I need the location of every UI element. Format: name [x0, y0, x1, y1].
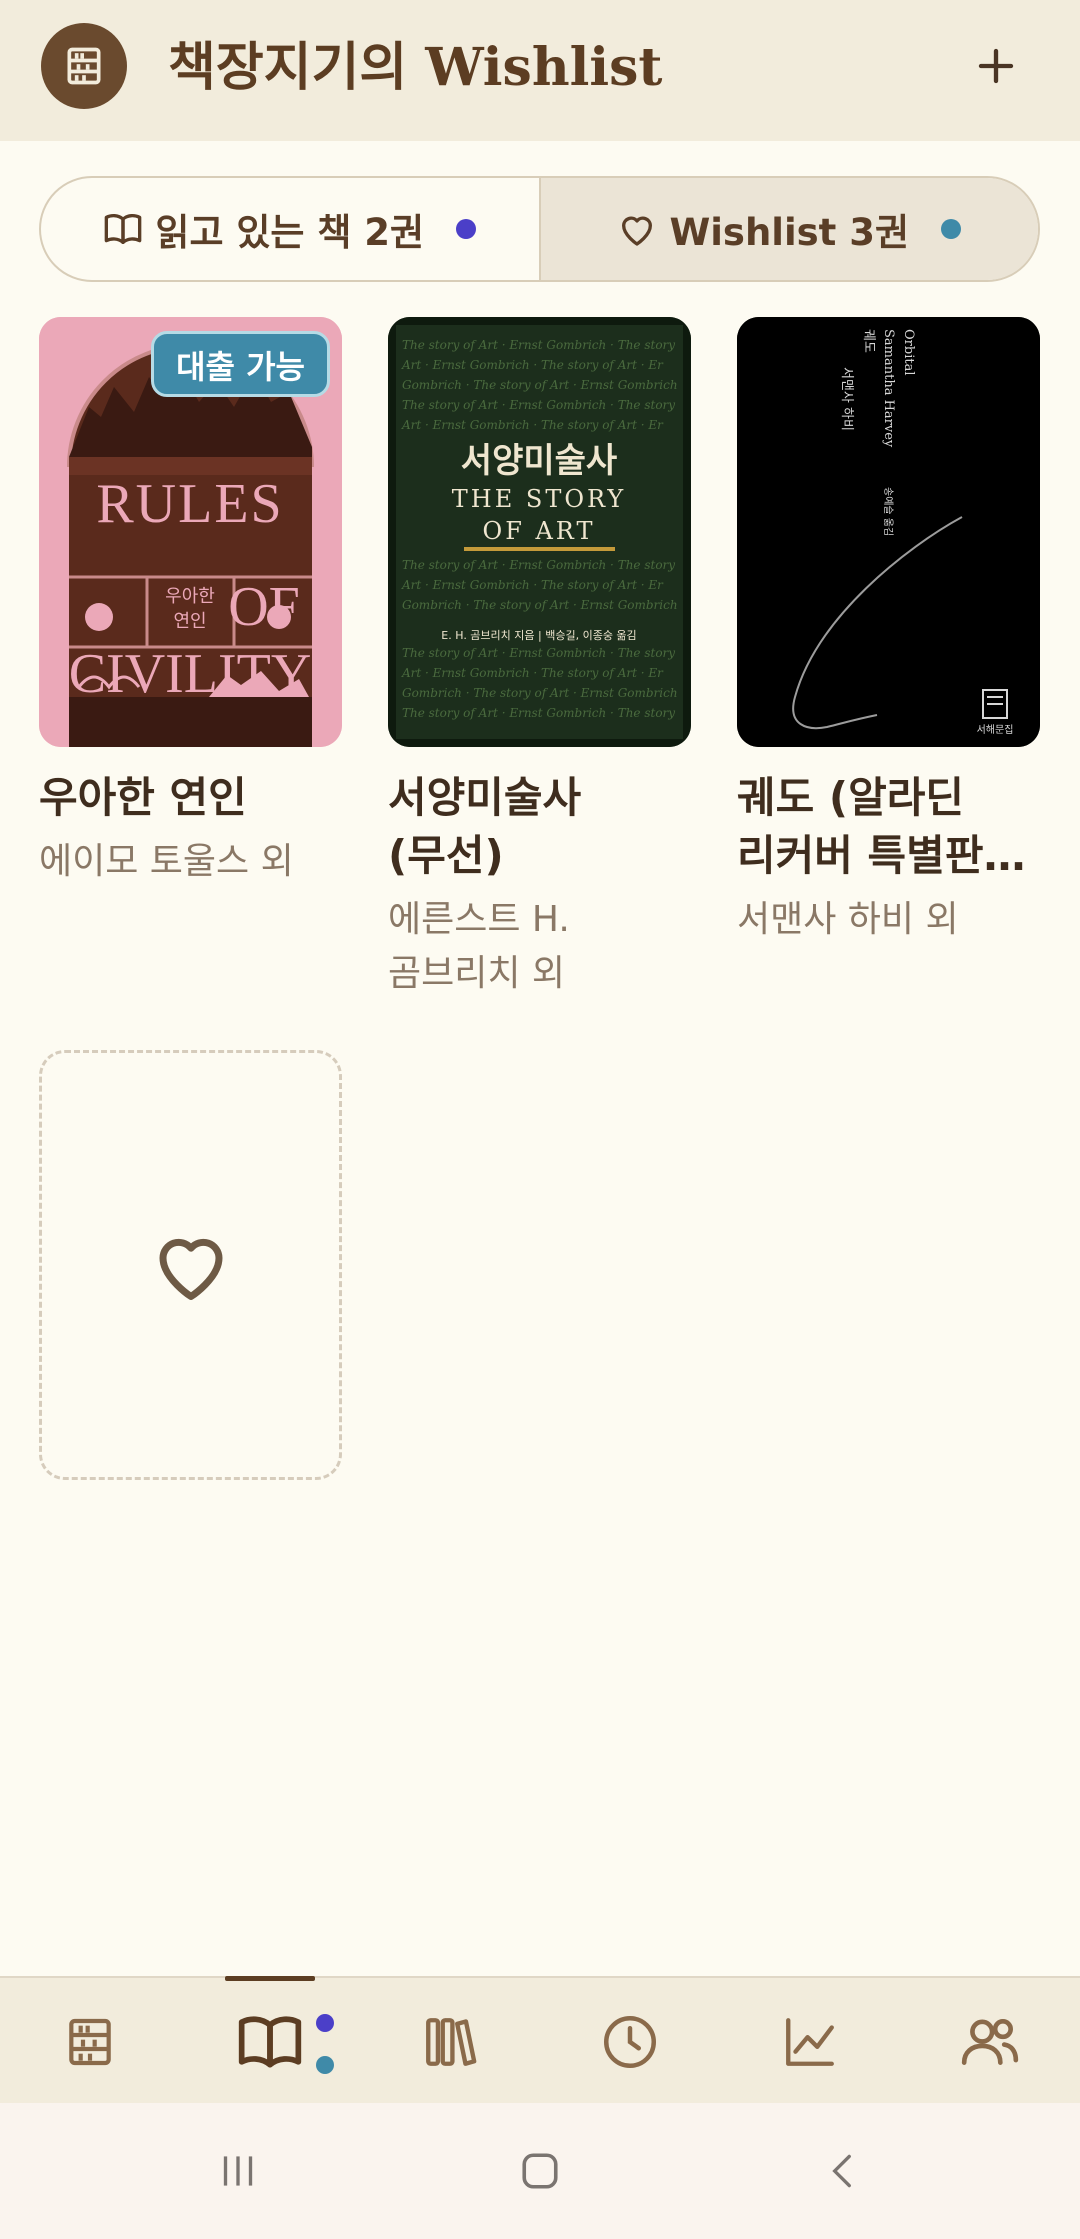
nav-dot-wishlist: [316, 2056, 334, 2074]
svg-text:CIVILITY: CIVILITY: [69, 643, 312, 705]
svg-text:Samantha Harvey: Samantha Harvey: [881, 329, 896, 448]
nav-library[interactable]: [360, 1978, 540, 2105]
tab-wishlist-dot: [941, 219, 962, 239]
svg-text:Gombrich · The story of Art ·: Gombrich · The story of Art · Ernst Gomb…: [402, 686, 678, 700]
tab-wishlist[interactable]: Wishlist 3권: [538, 178, 1038, 280]
svg-text:The story of Art · Ernst Gombr: The story of Art · Ernst Gombrich · The …: [402, 338, 675, 352]
book-author: 에이모 토울스 외: [39, 841, 294, 882]
add-book-button[interactable]: [960, 26, 1032, 106]
svg-text:궤도: 궤도: [861, 329, 876, 353]
svg-text:The story of Art · Ernst Gombr: The story of Art · Ernst Gombrich · The …: [402, 398, 675, 412]
svg-text:연인: 연인: [173, 611, 206, 632]
book-title: 우아한 연인: [39, 773, 247, 822]
svg-text:Art · Ernst Gombrich · The sto: Art · Ernst Gombrich · The story of Art …: [401, 358, 664, 372]
bookshelf-icon: [69, 2018, 111, 2065]
book-title: 서양미술사 (무선): [388, 773, 582, 880]
svg-text:Gombrich · The story of Art ·: Gombrich · The story of Art · Ernst Gomb…: [402, 378, 678, 392]
app-logo[interactable]: [41, 23, 127, 109]
book-cover: RULES OF CIVILITY 우아한 연인 대출 가능: [39, 317, 342, 747]
system-navigation-bar: [0, 2103, 1080, 2239]
svg-text:E. H. 곰브리치 지음 | 백승길, 이종숭 옮김: E. H. 곰브리치 지음 | 백승길, 이종숭 옮김: [441, 629, 636, 642]
book-title: 궤도 (알라딘 리커버 특별판) - 2024 부커상 수상작: [737, 773, 1035, 880]
shelf-segment-control: 읽고 있는 책 2권 Wishlist 3권: [39, 176, 1040, 282]
nav-friends[interactable]: [900, 1978, 1080, 2105]
svg-text:The story of Art · Ernst Gombr: The story of Art · Ernst Gombrich · The …: [402, 558, 675, 572]
svg-text:Gombrich · The story of Art ·: Gombrich · The story of Art · Ernst Gomb…: [402, 598, 678, 612]
bottom-navigation: [0, 1976, 1080, 2103]
heart-outline-icon: [159, 1238, 222, 1300]
book-open-icon: [238, 2015, 302, 2067]
books-icon: [426, 2017, 477, 2066]
recent-apps-icon: [223, 2156, 253, 2186]
nav-stats[interactable]: [720, 1978, 900, 2105]
bookshelf-icon: [67, 47, 101, 85]
cover-art-orbital: Orbital Samantha Harvey 궤도 서맨사 하비 송예슬 옮김…: [737, 317, 1040, 747]
nav-history[interactable]: [540, 1978, 720, 2105]
home-button[interactable]: [460, 2103, 620, 2239]
svg-text:RULES: RULES: [96, 473, 283, 535]
users-icon: [961, 2018, 1019, 2065]
svg-text:Art · Ernst Gombrich · The sto: Art · Ernst Gombrich · The story of Art …: [401, 666, 664, 680]
tab-reading[interactable]: 읽고 있는 책 2권: [41, 178, 539, 280]
nav-reading-dots: [316, 2014, 334, 2074]
svg-text:송예슬 옮김: 송예슬 옮김: [882, 487, 894, 536]
available-badge: 대출 가능: [151, 331, 330, 397]
tab-reading-dot: [456, 219, 477, 239]
svg-text:The story of Art · Ernst Gombr: The story of Art · Ernst Gombrich · The …: [402, 646, 675, 660]
book-cover: The story of Art · Ernst Gombrich · The …: [388, 317, 691, 747]
add-wishlist-card[interactable]: [39, 1050, 342, 1480]
nav-bookshelf[interactable]: [0, 1978, 180, 2105]
book-author: 에른스트 H. 곰브리치 외: [388, 899, 570, 994]
svg-text:THE STORY: THE STORY: [452, 485, 626, 513]
svg-text:OF: OF: [228, 576, 300, 638]
nav-dot-reading: [316, 2014, 334, 2032]
back-icon: [832, 2154, 851, 2188]
book-card[interactable]: RULES OF CIVILITY 우아한 연인 대출 가능 우아한 연인 에이…: [39, 317, 342, 889]
chart-icon: [786, 2017, 834, 2066]
svg-text:서양미술사: 서양미술사: [461, 441, 617, 481]
book-cover: Orbital Samantha Harvey 궤도 서맨사 하비 송예슬 옮김…: [737, 317, 1040, 747]
svg-text:OF ART: OF ART: [483, 517, 596, 545]
svg-text:Art · Ernst Gombrich · The sto: Art · Ernst Gombrich · The story of Art …: [401, 418, 664, 432]
back-button[interactable]: [763, 2103, 923, 2239]
svg-text:우아한: 우아한: [165, 586, 215, 607]
svg-text:서맨사 하비: 서맨사 하비: [839, 367, 854, 431]
svg-text:The story of Art · Ernst Gombr: The story of Art · Ernst Gombrich · The …: [402, 706, 675, 720]
home-icon: [522, 2153, 558, 2189]
page-title: 책장지기의 Wishlist: [168, 37, 663, 98]
svg-text:서해문집: 서해문집: [977, 723, 1014, 736]
book-open-icon: [105, 213, 142, 244]
clock-icon: [604, 2015, 656, 2068]
heart-icon: [622, 216, 653, 246]
book-author: 서맨사 하비 외: [737, 899, 959, 940]
cover-art-story-of-art: The story of Art · Ernst Gombrich · The …: [388, 317, 691, 747]
plus-icon: [978, 48, 1014, 84]
book-card[interactable]: The story of Art · Ernst Gombrich · The …: [388, 317, 691, 1001]
tab-wishlist-label: Wishlist 3권: [669, 211, 910, 254]
svg-text:Orbital: Orbital: [901, 329, 916, 375]
app-header: 책장지기의 Wishlist: [0, 0, 1080, 141]
book-card[interactable]: Orbital Samantha Harvey 궤도 서맨사 하비 송예슬 옮김…: [737, 317, 1040, 947]
svg-text:Art · Ernst Gombrich · The sto: Art · Ernst Gombrich · The story of Art …: [401, 578, 664, 592]
recent-apps-button[interactable]: [158, 2103, 318, 2239]
tab-reading-label: 읽고 있는 책 2권: [155, 211, 425, 254]
